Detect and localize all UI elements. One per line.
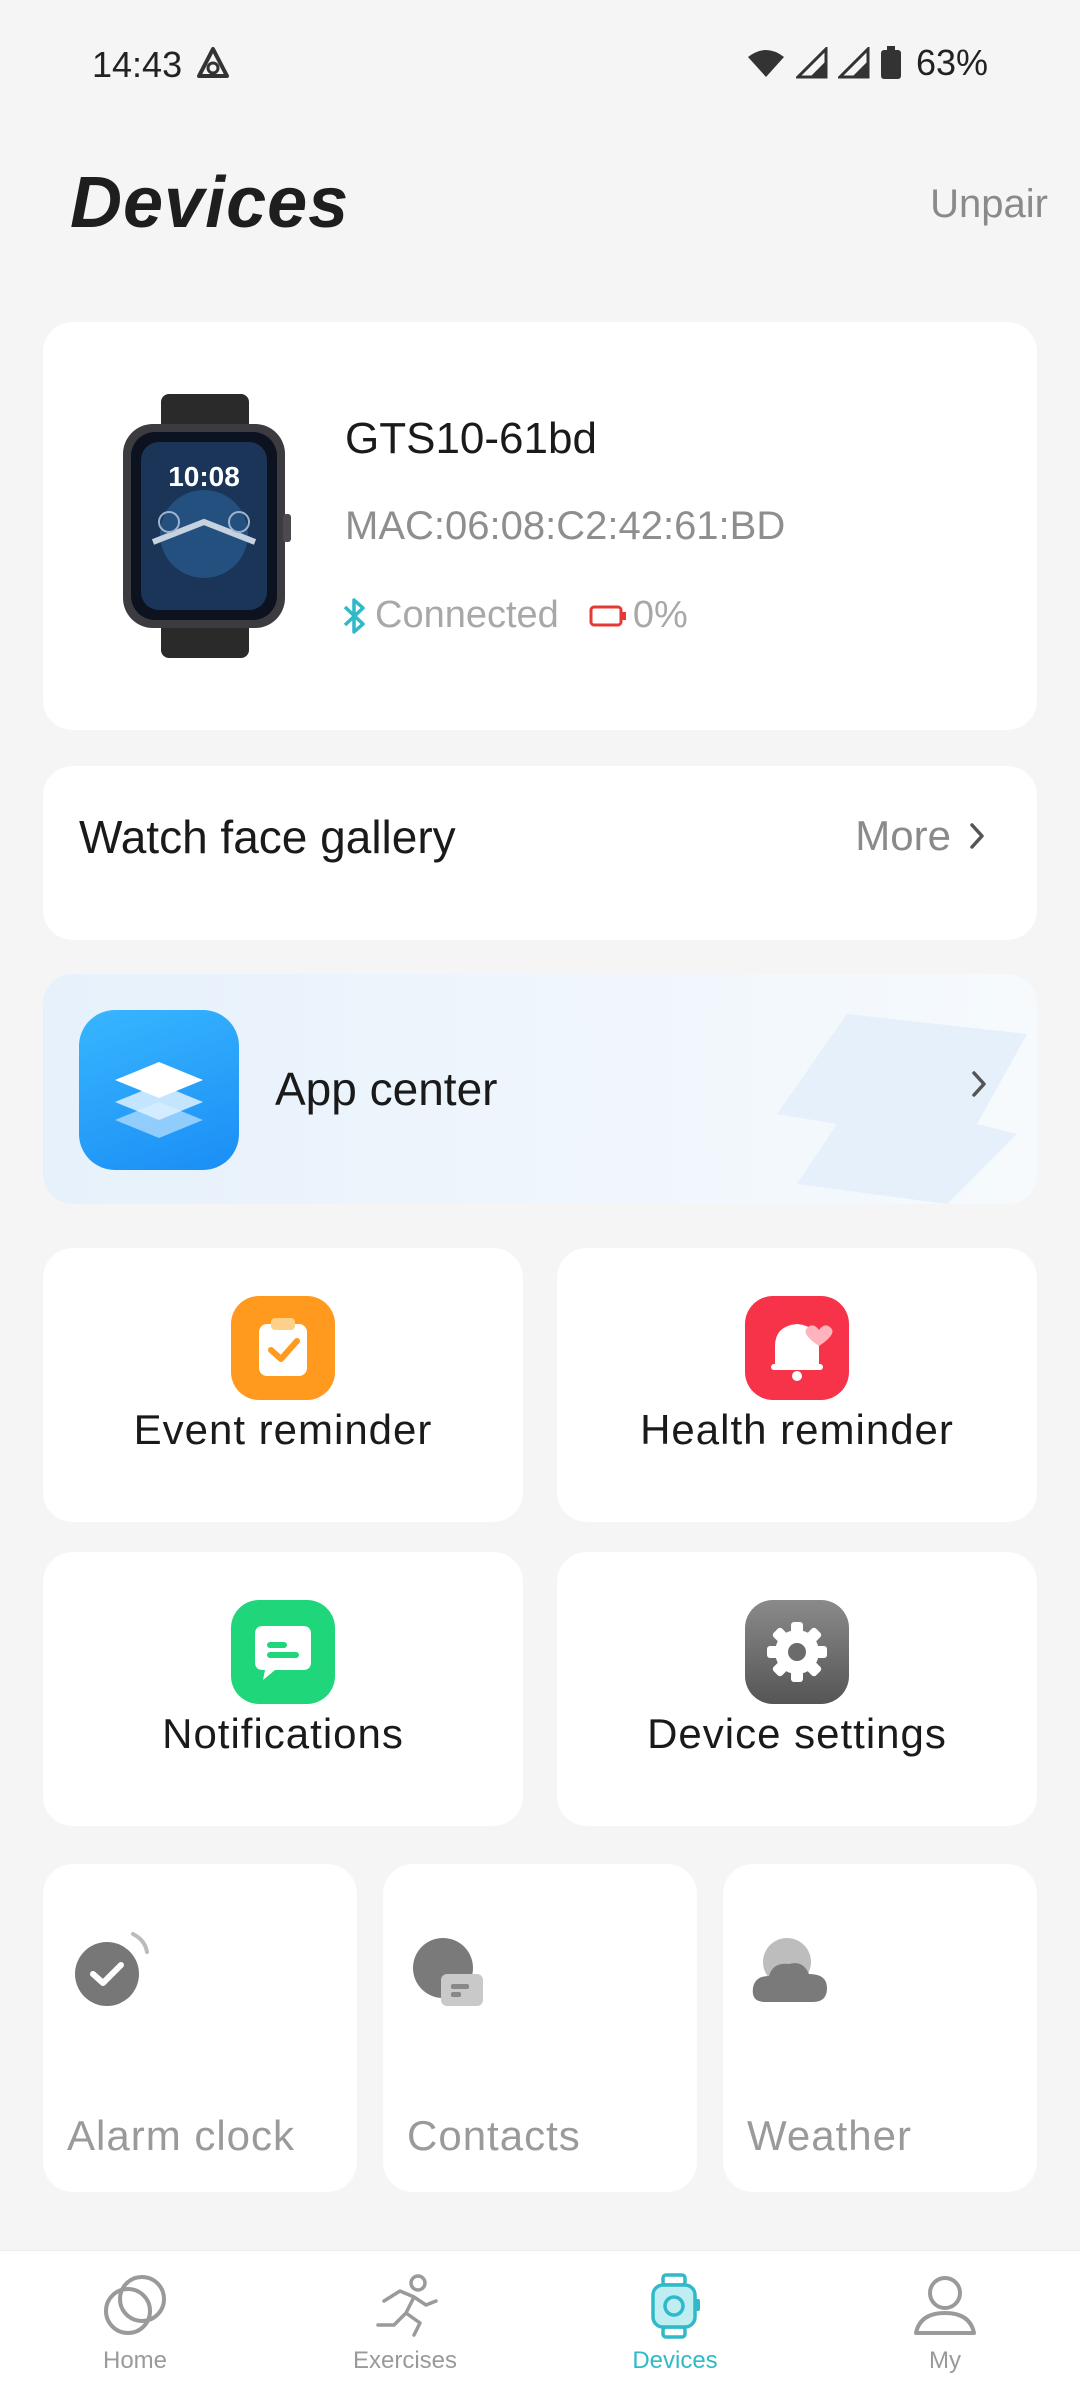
wifi-icon xyxy=(747,50,784,77)
app-center-card[interactable]: App center xyxy=(43,974,1037,1204)
watch-image: 10:08 xyxy=(123,394,291,658)
event-reminder-tile[interactable]: Event reminder xyxy=(43,1248,523,1522)
battery-low-icon xyxy=(589,605,626,626)
device-name: GTS10-61bd xyxy=(345,414,597,463)
alarm-clock-label: Alarm clock xyxy=(67,2112,296,2159)
nav-exercises[interactable]: Exercises xyxy=(270,2251,540,2400)
gallery-more-button[interactable]: More xyxy=(855,812,985,860)
contacts-label: Contacts xyxy=(407,2112,581,2159)
nav-devices[interactable]: Devices xyxy=(540,2251,810,2400)
person-icon xyxy=(914,2276,976,2335)
device-battery: 0% xyxy=(632,594,688,636)
nav-my[interactable]: My xyxy=(810,2251,1080,2400)
cloud-icon xyxy=(752,1938,827,2002)
app-center-title: App center xyxy=(275,1063,498,1115)
app-center-decoration xyxy=(777,1014,1027,1204)
home-rings-icon xyxy=(104,2275,166,2335)
battery-icon xyxy=(880,46,901,79)
weather-tile[interactable]: Weather xyxy=(723,1864,1037,2192)
device-card[interactable]: 10:08 GTS10-61bd MAC:06:08:C2:42:61:BD C… xyxy=(43,322,1037,730)
nav-home[interactable]: Home xyxy=(0,2251,270,2400)
page-title: Devices xyxy=(70,163,350,243)
health-reminder-label: Health reminder xyxy=(640,1406,954,1453)
status-indicators: 63% xyxy=(746,42,988,84)
alarm-clock-tile[interactable]: Alarm clock xyxy=(43,1864,357,2192)
layers-icon xyxy=(115,1062,203,1138)
status-bar: 14:43 63% xyxy=(0,0,1080,130)
device-mac: MAC:06:08:C2:42:61:BD xyxy=(345,504,786,548)
device-settings-label: Device settings xyxy=(647,1710,947,1757)
watch-face-time: 10:08 xyxy=(168,461,240,492)
device-status: Connected 0% xyxy=(341,594,688,637)
watch-icon xyxy=(651,2273,700,2339)
bell-heart-icon xyxy=(745,1296,849,1400)
contacts-tile[interactable]: Contacts xyxy=(383,1864,697,2192)
contacts-icon xyxy=(413,1938,483,2006)
notifications-tile[interactable]: Notifications xyxy=(43,1552,523,1826)
nav-devices-label: Devices xyxy=(632,2347,718,2374)
clipboard-check-icon xyxy=(231,1296,335,1400)
status-time: 14:43 xyxy=(92,44,183,85)
running-icon xyxy=(376,2274,438,2337)
chevron-right-icon xyxy=(970,823,984,849)
notifications-label: Notifications xyxy=(162,1710,404,1757)
app-center-icon xyxy=(79,1010,239,1170)
event-reminder-label: Event reminder xyxy=(133,1406,433,1453)
chevron-right-icon xyxy=(972,1071,986,1097)
nav-home-label: Home xyxy=(102,2347,168,2374)
weather-label: Weather xyxy=(747,2112,912,2159)
alarm-check-icon xyxy=(75,1932,149,2006)
gallery-title: Watch face gallery xyxy=(79,811,456,863)
gallery-more-label: More xyxy=(855,812,951,859)
watch-face-gallery-card[interactable]: Watch face gallery More xyxy=(43,766,1037,940)
health-reminder-tile[interactable]: Health reminder xyxy=(557,1248,1037,1522)
unpair-button[interactable]: Unpair xyxy=(930,182,1048,227)
chat-bubble-icon xyxy=(231,1600,335,1704)
bottom-nav: Home Exercises Devices My xyxy=(0,2250,1080,2400)
battery-percent: 63% xyxy=(915,42,988,83)
app-notification-icon xyxy=(197,47,229,78)
bluetooth-icon xyxy=(343,597,365,634)
nav-my-label: My xyxy=(929,2347,961,2374)
nav-exercises-label: Exercises xyxy=(352,2347,458,2374)
gear-icon xyxy=(745,1600,849,1704)
signal-icon-2 xyxy=(837,47,870,79)
signal-icon xyxy=(795,47,828,79)
connection-status: Connected xyxy=(375,594,559,636)
device-settings-tile[interactable]: Device settings xyxy=(557,1552,1037,1826)
